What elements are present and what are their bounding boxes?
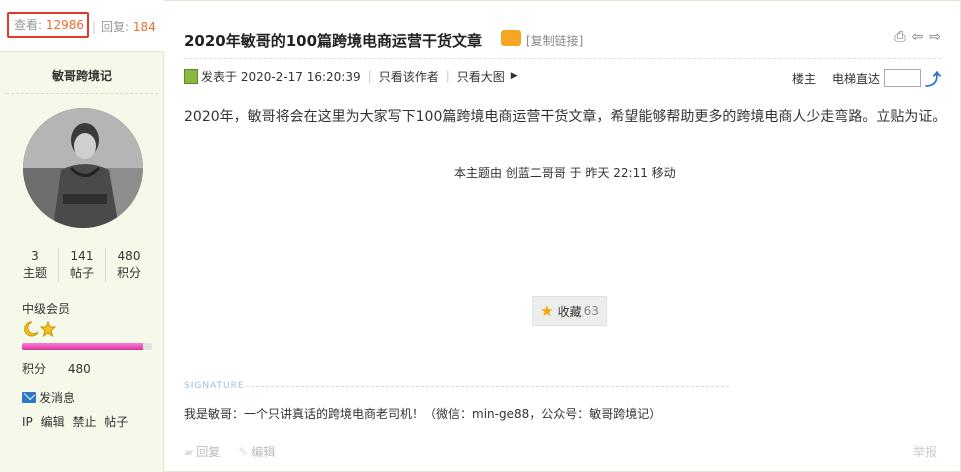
next-thread-icon[interactable]: ⇨ (929, 29, 941, 45)
favorite-button[interactable]: ★ 收藏 63 (532, 296, 607, 326)
points-label: 积分 (22, 362, 47, 376)
divider (6, 93, 158, 94)
view-large-images-link[interactable]: 只看大图 (457, 68, 505, 85)
divider (184, 58, 941, 59)
hot-thread-icon (501, 30, 521, 46)
thread-stats: 查看: 12986 | 回复: 184 (0, 0, 164, 52)
moved-notice: 本主题由 创蓝二哥哥 于 昨天 22:11 移动 (454, 166, 676, 180)
moon-icon (24, 321, 39, 337)
level-progress-bar (22, 343, 152, 350)
edit-label: 编辑 (251, 445, 276, 459)
stat-threads[interactable]: 3 主题 (12, 248, 59, 282)
star-icon (39, 320, 57, 338)
stat-points[interactable]: 480 积分 (106, 248, 152, 282)
views-counter: 查看: 12986 (7, 12, 89, 38)
go-icon[interactable]: ⤴ (925, 66, 941, 90)
post-main: 2020年敏哥的100篇跨境电商运营干货文章 [复制链接] ⎙ ⇦ ⇨ 发表于 … (164, 0, 961, 472)
signature-text: 我是敏哥：一个只讲真话的跨境电商老司机！（微信：min-ge88，公众号：敏哥跨… (184, 407, 662, 421)
views-label: 查看: (14, 18, 43, 32)
thread-title[interactable]: 2020年敏哥的100篇跨境电商运营干货文章 (184, 30, 482, 51)
admin-links: IP 编辑 禁止 帖子 (22, 413, 132, 430)
thread-toolbar: ⎙ ⇦ ⇨ (894, 29, 941, 45)
views-count: 12986 (45, 18, 85, 32)
replies-label: 回复: (101, 20, 130, 34)
author-name[interactable]: 敏哥跨境记 (0, 67, 164, 84)
post-actions: ▰ 回复 ✎ 编辑 (184, 443, 275, 460)
signature-label: SIGNATURE (184, 381, 245, 391)
star-icon: ★ (540, 302, 554, 320)
replies-count: 184 (132, 20, 156, 34)
admin-link-ip[interactable]: IP (22, 415, 33, 429)
report-button[interactable]: 举报 (913, 443, 937, 460)
replies-counter: | 回复: 184 (92, 20, 156, 34)
rank-icons (23, 320, 57, 338)
post-meta: 发表于 2020-2-17 16:20:39 | 只看该作者 | 只看大图 ▶ (184, 68, 518, 84)
post-content: 2020年，敏哥将会在这里为大家写下100篇跨境电商运营干货文章，希望能够帮助更… (184, 109, 947, 125)
admin-link-edit[interactable]: 编辑 (41, 415, 65, 429)
pencil-icon: ✎ (238, 445, 249, 459)
stat-points-value: 480 (117, 249, 141, 263)
triangle-right-icon[interactable]: ▶ (511, 71, 518, 81)
send-message-label: 发消息 (39, 391, 76, 405)
favorite-label: 收藏 (557, 304, 582, 319)
mail-icon (22, 392, 36, 403)
floor-label: 楼主 (791, 71, 816, 86)
post-doc-icon (184, 68, 198, 84)
floor-nav: 楼主 电梯直达 ⤴ (792, 66, 941, 90)
member-rank[interactable]: 中级会员 (22, 300, 70, 317)
reply-icon: ▰ (184, 445, 194, 459)
only-author-link[interactable]: 只看该作者 (379, 68, 439, 85)
stat-posts[interactable]: 141 帖子 (59, 248, 106, 282)
print-icon[interactable]: ⎙ (894, 29, 905, 45)
author-stats: 3 主题 141 帖子 480 积分 (12, 248, 152, 282)
level-progress-fill (22, 343, 143, 350)
floor-jump-input[interactable] (883, 69, 921, 87)
stat-threads-label: 主题 (22, 266, 47, 280)
admin-link-ban[interactable]: 禁止 (72, 415, 96, 429)
stat-posts-value: 141 (70, 249, 94, 263)
copy-link-button[interactable]: [复制链接] (526, 32, 583, 49)
stat-points-label: 积分 (116, 266, 141, 280)
elevator-label: 电梯直达 (831, 71, 880, 86)
prev-thread-icon[interactable]: ⇦ (912, 29, 924, 45)
admin-link-posts[interactable]: 帖子 (104, 415, 128, 429)
reply-label: 回复 (196, 445, 221, 459)
author-sidebar: 查看: 12986 | 回复: 184 敏哥跨境记 3 主题 141 帖子 48… (0, 0, 164, 472)
reply-button[interactable]: ▰ 回复 (184, 443, 220, 460)
points-value: 480 (67, 362, 91, 376)
favorite-count: 63 (583, 304, 599, 318)
edit-button[interactable]: ✎ 编辑 (238, 443, 275, 460)
stat-posts-label: 帖子 (69, 266, 94, 280)
signature-divider (246, 386, 729, 387)
post-time: 发表于 2020-2-17 16:20:39 (201, 69, 361, 84)
send-message-link[interactable]: 发消息 (22, 389, 75, 406)
points-row: 积分 480 (22, 360, 91, 377)
stat-threads-value: 3 (31, 249, 39, 263)
avatar[interactable] (23, 108, 143, 228)
